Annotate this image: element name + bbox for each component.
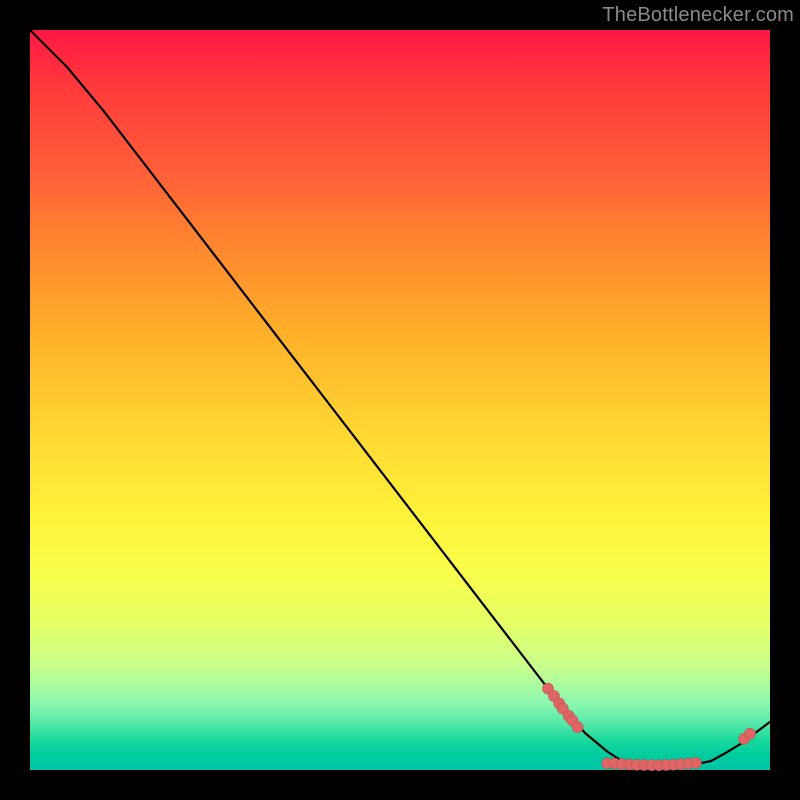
marker-series (543, 683, 756, 771)
plot-area (30, 30, 770, 770)
line-series (30, 30, 770, 766)
chart-overlay-svg (30, 30, 770, 770)
data-point-marker (745, 728, 756, 739)
main-line (30, 30, 770, 766)
data-point-marker (572, 722, 583, 733)
data-point-marker (691, 757, 702, 768)
chart-frame: TheBottlenecker.com (0, 0, 800, 800)
credit-text: TheBottlenecker.com (602, 4, 794, 27)
